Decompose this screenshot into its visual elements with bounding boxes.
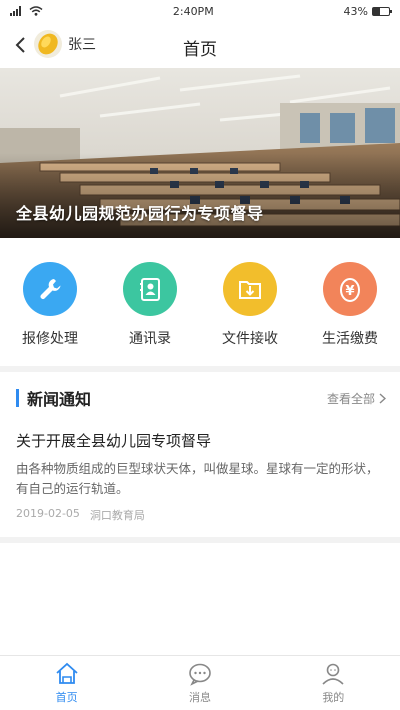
tab-bar: 首页 消息 我的 [0,655,400,710]
quick-actions: 报修处理 通讯录 文件接收 ¥ 生活缴费 [0,238,400,372]
back-button[interactable] [10,34,30,56]
tab-label: 消息 [188,690,211,704]
battery-fill [373,7,380,15]
home-icon [56,662,78,684]
chevron-left-icon [15,37,25,53]
tab-label: 我的 [322,690,345,704]
banner-title: 全县幼儿园规范办园行为专项督导 [16,204,264,223]
quick-action-label: 报修处理 [22,331,78,347]
article-meta: 2019-02-05 洞口教育局 [16,507,384,523]
svg-text:¥: ¥ [345,284,354,299]
wifi-icon [29,6,43,16]
tab-label: 首页 [55,690,78,704]
user-icon [322,663,344,685]
message-icon [189,663,211,686]
status-time: 2:40PM [172,4,214,18]
wrench-icon [23,262,77,316]
battery-percent: 43% [343,4,368,18]
user-profile[interactable]: 张三 [34,30,96,58]
user-name: 张三 [68,37,96,53]
quick-action-label: 生活缴费 [322,331,378,347]
status-bar: 2:40PM 43% [0,0,400,22]
news-title-wrap: 新闻通知 [16,386,91,410]
quick-action-label: 通讯录 [129,331,171,347]
quick-action-label: 文件接收 [222,331,278,347]
news-header: 新闻通知 查看全部 [0,372,400,420]
news-accent-bar [16,389,19,407]
yuan-icon: ¥ [323,262,377,316]
battery-icon [372,6,392,16]
header: 张三 首页 [0,22,400,68]
quick-action-files[interactable]: 文件接收 [205,262,295,348]
quick-action-payment[interactable]: ¥ 生活缴费 [305,262,395,348]
article-title: 关于开展全县幼儿园专项督导 [16,432,212,450]
view-all-label: 查看全部 [326,391,375,406]
tab-home[interactable]: 首页 [0,656,133,710]
battery-indicator: 43% [343,4,392,18]
contacts-icon [123,262,177,316]
banner[interactable]: 全县幼儿园规范办园行为专项督导 [0,68,400,238]
news-article[interactable]: 关于开展全县幼儿园专项督导 由各种物质组成的巨型球状天体，叫做星球。星球有一定的… [0,420,400,543]
signal-icon [10,6,21,16]
tab-messages[interactable]: 消息 [133,656,266,710]
folder-download-icon [223,262,277,316]
avatar-image [38,33,58,55]
article-date: 2019-02-05 [16,507,80,520]
status-left [10,6,43,16]
article-description: 由各种物质组成的巨型球状天体，叫做星球。星球有一定的形状，有自己的运行轨道。 [16,461,379,496]
avatar [34,30,62,58]
news-section-title: 新闻通知 [27,390,92,409]
article-source: 洞口教育局 [89,509,145,522]
quick-action-contacts[interactable]: 通讯录 [105,262,195,348]
tab-profile[interactable]: 我的 [267,656,400,710]
chevron-right-icon [379,392,386,404]
quick-action-repair[interactable]: 报修处理 [5,262,95,348]
view-all-link[interactable]: 查看全部 [327,390,386,407]
